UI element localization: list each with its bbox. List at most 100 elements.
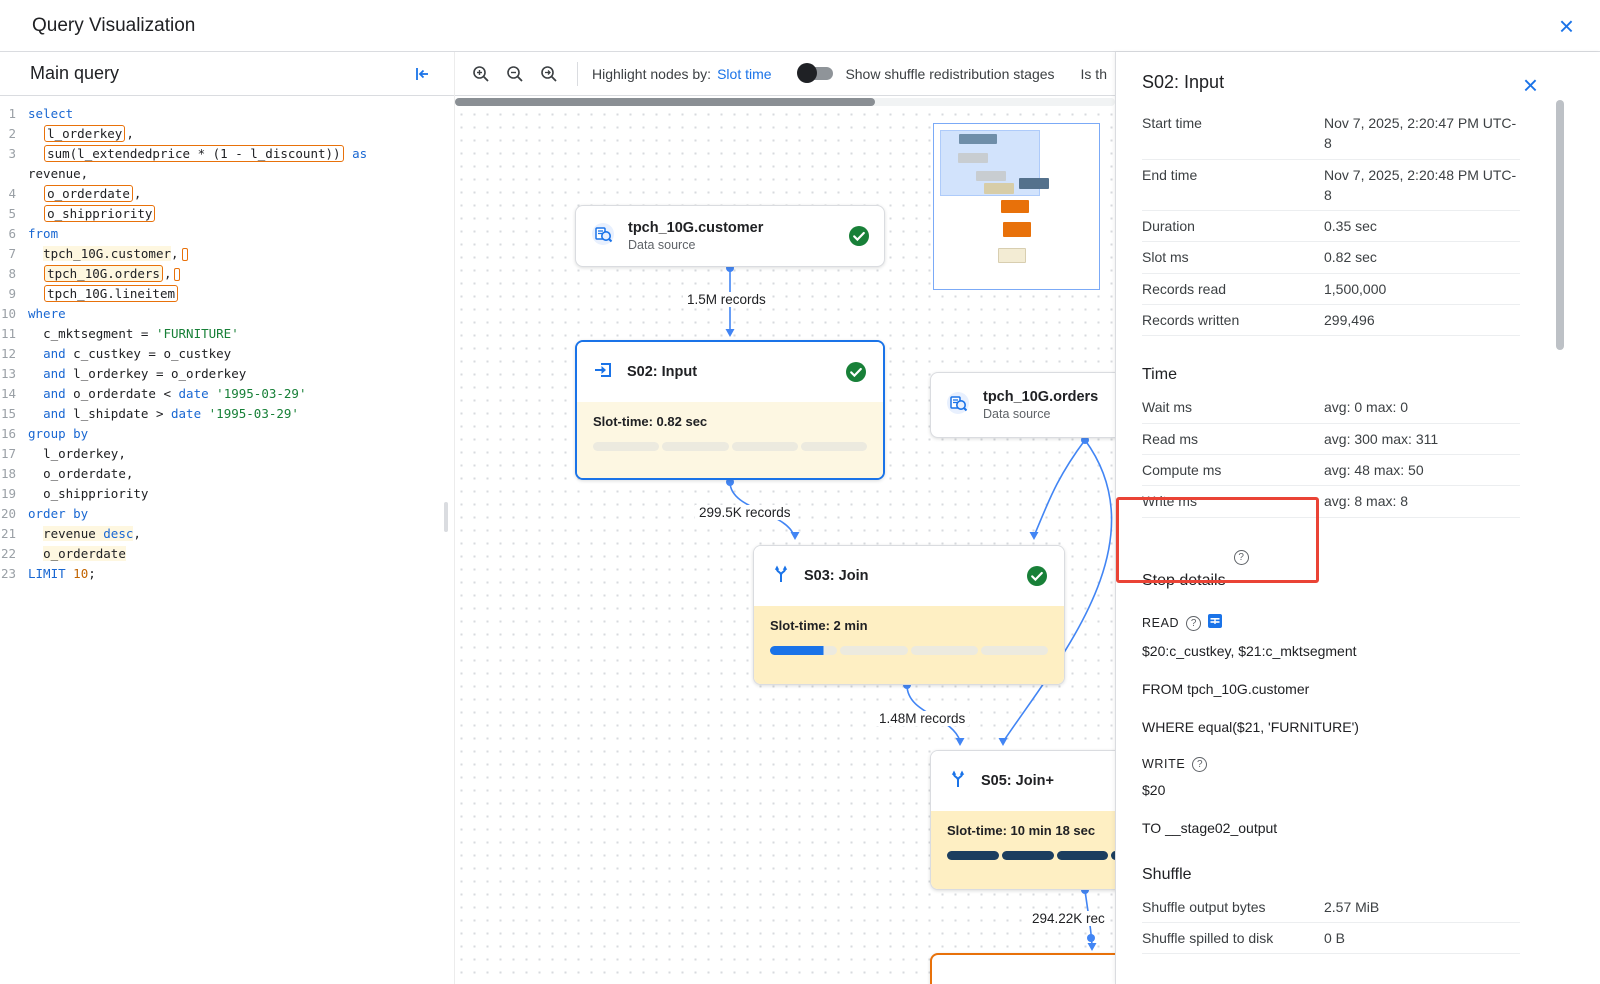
sql-token (28, 406, 43, 421)
help-icon[interactable]: ? (1192, 757, 1207, 772)
minimap[interactable] (933, 123, 1100, 290)
minimap-node (958, 153, 988, 163)
sql-line: 23LIMIT 10; (0, 564, 454, 584)
stat-row: Write msavg: 8 max: 8 (1142, 486, 1520, 517)
stat-row: Start timeNov 7, 2025, 2:20:47 PM UTC-8 (1142, 108, 1520, 160)
help-icon[interactable]: ? (1186, 616, 1201, 631)
slot-progress-bar (770, 646, 1048, 655)
edge-label-records: 1.48M records (875, 711, 969, 726)
graph-node-s02-input[interactable]: S02: Input Slot-time: 0.82 sec (575, 340, 885, 480)
graph-canvas[interactable]: tpch_10G.customer Data source S02: Input (455, 108, 1115, 984)
progress-segment (770, 646, 837, 655)
stat-label: Slot ms (1142, 247, 1324, 267)
sql-line: 11 c_mktsegment = 'FURNITURE' (0, 324, 454, 344)
collapse-panel-icon[interactable] (412, 64, 432, 84)
slot-time-label: Slot-time: 2 min (770, 618, 1048, 633)
sql-token: o_shippriority (44, 205, 155, 222)
sql-token (28, 546, 43, 561)
shuffle-section-title: Shuffle (1142, 866, 1520, 884)
stat-value: avg: 0 max: 0 (1324, 397, 1520, 417)
where-line: WHERE equal($21, 'FURNITURE') (1142, 719, 1520, 735)
node-text: tpch_10G.orders Data source (983, 389, 1098, 421)
node-subtitle: Data source (628, 238, 763, 252)
code-text: LIMIT 10; (28, 564, 96, 584)
graph-node-bottom-clipped[interactable] (930, 953, 1115, 984)
scrollbar-thumb[interactable] (455, 98, 875, 106)
stat-value: avg: 300 max: 311 (1324, 429, 1520, 449)
sql-line: 20order by (0, 504, 454, 524)
sql-token: 10 (73, 566, 88, 581)
sql-token: ; (88, 566, 96, 581)
progress-segment (1002, 851, 1054, 860)
code-text: revenue desc, (28, 524, 141, 544)
shuffle-stages-toggle[interactable] (800, 67, 834, 80)
stat-label: Compute ms (1142, 460, 1324, 480)
sql-line: 14 and o_orderdate < date '1995-03-29' (0, 384, 454, 404)
step-title-row: Step details ? (1142, 518, 1520, 598)
top-bar: Query Visualization × (0, 0, 1600, 52)
sql-token: LIMIT (28, 566, 66, 581)
line-number: 6 (0, 224, 16, 244)
slot-time-band: Slot-time: 10 min 18 sec (931, 811, 1115, 889)
sql-line: 18 o_orderdate, (0, 464, 454, 484)
zoom-reset-icon[interactable] (539, 64, 559, 84)
help-icon[interactable]: ? (1234, 550, 1249, 565)
progress-segment (662, 442, 728, 451)
progress-segment (1057, 851, 1109, 860)
main-content: Main query 1select2 l_orderkey,3 sum(l_e… (0, 52, 1600, 984)
stat-label: End time (1142, 165, 1324, 206)
table-icon (1208, 614, 1222, 633)
sql-token: o_shippriority (28, 486, 148, 501)
line-number: 15 (0, 404, 16, 424)
stat-row: Shuffle output bytes2.57 MiB (1142, 892, 1520, 923)
stat-value: 2.57 MiB (1324, 897, 1520, 917)
graph-toolbar: Highlight nodes by: Slot time Show shuff… (455, 52, 1115, 96)
details-scrollbar[interactable] (1556, 100, 1564, 350)
sql-token: , (126, 126, 134, 141)
zoom-in-icon[interactable] (471, 64, 491, 84)
toggle-knob (797, 63, 817, 83)
sql-line: 5 o_shippriority (0, 204, 454, 224)
line-number: 5 (0, 204, 16, 224)
sql-line: 17 l_orderkey, (0, 444, 454, 464)
graph-node-s03-join[interactable]: S03: Join Slot-time: 2 min (753, 545, 1065, 685)
sql-token: desc (103, 526, 133, 541)
code-text: tpch_10G.orders, (28, 264, 180, 284)
node-title: S02: Input (627, 364, 697, 380)
graph-horizontal-scrollbar[interactable] (455, 96, 1115, 108)
line-number: 4 (0, 184, 16, 204)
data-source-icon (590, 221, 616, 252)
sql-line: 4 o_orderdate, (0, 184, 454, 204)
sql-token (182, 248, 188, 261)
query-panel-scrollbar[interactable] (444, 502, 448, 532)
query-panel: Main query 1select2 l_orderkey,3 sum(l_e… (0, 52, 455, 984)
sql-token: , (134, 186, 142, 201)
code-text: o_orderdate, (28, 464, 133, 484)
stat-row: Records written299,496 (1142, 305, 1520, 336)
node-text: tpch_10G.customer Data source (628, 220, 763, 252)
zoom-out-icon[interactable] (505, 64, 525, 84)
slot-time-band: Slot-time: 0.82 sec (577, 402, 883, 478)
stat-value: Nov 7, 2025, 2:20:47 PM UTC-8 (1324, 113, 1520, 154)
stat-row: Shuffle spilled to disk0 B (1142, 923, 1520, 954)
graph-node-orders[interactable]: tpch_10G.orders Data source (930, 372, 1115, 438)
sql-line: revenue, (0, 164, 454, 184)
close-icon[interactable]: × (1559, 13, 1574, 39)
highlight-value-link[interactable]: Slot time (717, 66, 771, 82)
details-close-icon[interactable]: × (1523, 72, 1538, 98)
join-stage-icon (947, 768, 969, 795)
edge-label-records: 1.5M records (683, 292, 770, 307)
node-title: S05: Join+ (981, 773, 1054, 789)
graph-node-customer[interactable]: tpch_10G.customer Data source (575, 205, 885, 267)
time-section-title: Time (1142, 366, 1520, 384)
graph-node-s05-join[interactable]: S05: Join+ Slot-time: 10 min 18 sec (930, 750, 1115, 890)
step-details-section: Step details ? READ ? $20:c_custkey, $21… (1142, 518, 1520, 836)
query-panel-header: Main query (0, 52, 454, 96)
sql-token: and (43, 346, 66, 361)
sql-line: 12 and c_custkey = o_custkey (0, 344, 454, 364)
stat-row: Records read1,500,000 (1142, 274, 1520, 305)
stat-row: Wait msavg: 0 max: 0 (1142, 392, 1520, 423)
line-number: 17 (0, 444, 16, 464)
sql-token (28, 526, 43, 541)
progress-segment (593, 442, 659, 451)
